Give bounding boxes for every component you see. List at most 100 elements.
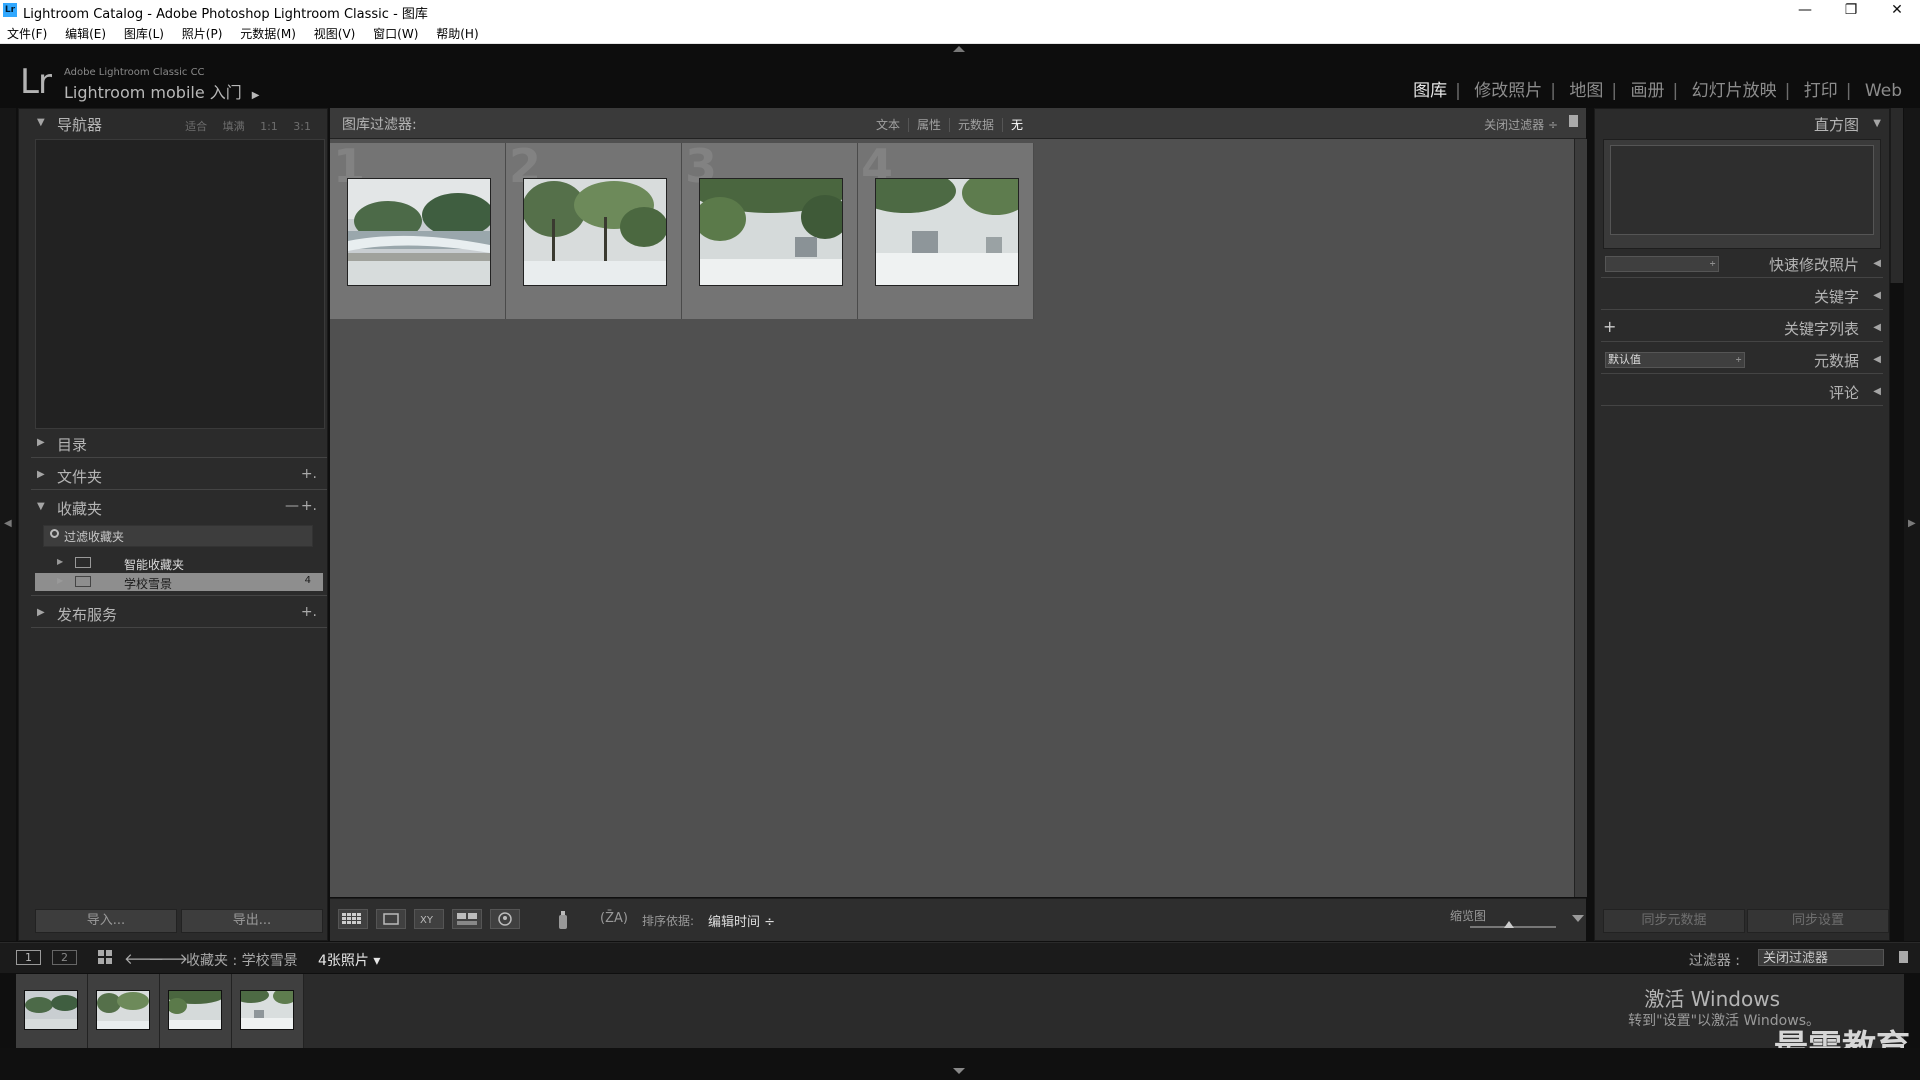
painter-spray-icon[interactable]	[556, 909, 570, 935]
close-button[interactable]: ✕	[1874, 0, 1920, 22]
filmstrip-thumb[interactable]	[88, 974, 160, 1048]
zoom-fit[interactable]: 适合	[185, 120, 207, 133]
add-folder-icon[interactable]: +.	[301, 466, 317, 482]
quick-develop-preset-select[interactable]: ÷	[1605, 256, 1719, 272]
metadata-preset-select[interactable]: 默认值 ÷	[1605, 352, 1745, 368]
divider	[1601, 341, 1883, 342]
restore-button[interactable]: ❐	[1828, 0, 1874, 22]
collapse-right-panel-icon[interactable]: ▶	[1908, 518, 1916, 529]
people-view-icon[interactable]	[490, 909, 520, 929]
filter-none[interactable]: 无	[1002, 118, 1032, 132]
photo-thumbnail[interactable]	[875, 178, 1019, 286]
add-collection-icon[interactable]: +.	[301, 498, 317, 514]
sync-metadata-button[interactable]: 同步元数据	[1603, 909, 1745, 933]
quick-develop-header[interactable]: ÷ 快速修改照片 ◀	[1595, 249, 1889, 279]
module-slideshow[interactable]: 幻灯片放映	[1684, 81, 1785, 101]
photo-thumbnail[interactable]	[347, 178, 491, 286]
zoom-fill[interactable]: 填满	[223, 120, 245, 133]
collapse-filmstrip-icon[interactable]	[953, 1068, 965, 1074]
keywording-header[interactable]: 关键字 ◀	[1595, 281, 1889, 311]
survey-view-icon[interactable]	[452, 909, 482, 929]
publish-services-header[interactable]: ▶ 发布服务 +.	[19, 599, 327, 629]
grid-view-small-icon[interactable]	[98, 950, 112, 968]
photo-thumbnail[interactable]	[523, 178, 667, 286]
menu-file[interactable]: 文件(F)	[0, 22, 54, 42]
collapsed-triangle-icon: ◀	[1873, 354, 1881, 365]
collapse-left-panel-icon[interactable]: ◀	[4, 518, 12, 529]
catalog-header[interactable]: ▶ 目录	[19, 429, 327, 459]
filmstrip-photo-count[interactable]: 4张照片 ▾	[318, 950, 380, 970]
menu-metadata[interactable]: 元数据(M)	[233, 22, 303, 42]
filter-preset-select[interactable]: 关闭过滤器 ÷	[1484, 116, 1558, 133]
import-button[interactable]: 导入...	[35, 909, 177, 933]
module-develop[interactable]: 修改照片	[1466, 81, 1550, 101]
collection-set-smart[interactable]: ▶ 智能收藏夹	[35, 554, 323, 572]
histogram-header[interactable]: 直方图 ▼	[1595, 109, 1889, 139]
grid-view-icon[interactable]	[338, 909, 368, 929]
toolbar-options-arrow-icon[interactable]	[1572, 915, 1584, 922]
module-print[interactable]: 打印	[1796, 81, 1846, 101]
thumbnail-size-knob[interactable]	[1503, 921, 1514, 928]
grid-scrollbar[interactable]	[1574, 139, 1587, 897]
minimize-button[interactable]: —	[1782, 0, 1828, 22]
folders-header[interactable]: ▶ 文件夹 +.	[19, 461, 327, 491]
forward-arrow-icon[interactable]: 🡒	[148, 949, 188, 968]
sort-select[interactable]: 编辑时间 ÷	[708, 911, 775, 930]
photo-thumbnail[interactable]	[699, 178, 843, 286]
collapsed-triangle-icon: ▶	[57, 576, 64, 585]
left-edge[interactable]: ◀	[0, 108, 16, 941]
collections-header[interactable]: ▼ 收藏夹 — +.	[19, 493, 327, 523]
filmstrip-filter-select[interactable]: 关闭过滤器	[1758, 949, 1884, 966]
module-web[interactable]: Web	[1857, 81, 1910, 101]
menu-edit[interactable]: 编辑(E)	[58, 22, 113, 42]
filter-text[interactable]: 文本	[868, 118, 908, 132]
filter-lock-icon[interactable]	[1899, 951, 1908, 963]
filmstrip-thumb[interactable]	[232, 974, 304, 1048]
filter-attribute[interactable]: 属性	[908, 118, 950, 132]
module-book[interactable]: 画册	[1623, 81, 1673, 101]
menu-photo[interactable]: 照片(P)	[175, 22, 230, 42]
svg-text:XY: XY	[420, 915, 434, 926]
second-window-button[interactable]: 2	[52, 950, 77, 965]
module-library[interactable]: 图库	[1405, 81, 1455, 101]
sort-direction-icon[interactable]: (Z̄A)	[600, 911, 628, 926]
lock-icon[interactable]	[1569, 115, 1578, 127]
zoom-3-1[interactable]: 3:1	[293, 120, 311, 133]
navigator-header[interactable]: ▼ 导航器 适合 填满 1:1 3:1	[19, 109, 327, 139]
module-separator: |	[1784, 81, 1791, 101]
collapse-top-panel-icon[interactable]	[953, 46, 965, 52]
grid-cell[interactable]: 3	[682, 139, 858, 319]
lightroom-mobile-link[interactable]: Lightroom mobile 入门 ▶	[64, 79, 259, 103]
metadata-header[interactable]: 默认值 ÷ 元数据 ◀	[1595, 345, 1889, 375]
compare-view-icon[interactable]: XY	[414, 909, 444, 929]
loupe-view-icon[interactable]	[376, 909, 406, 929]
filmstrip-thumb[interactable]	[160, 974, 232, 1048]
module-separator: |	[1455, 81, 1461, 101]
menu-window[interactable]: 窗口(W)	[366, 22, 425, 42]
collapsed-triangle-icon: ◀	[1873, 386, 1881, 397]
remove-collection-icon[interactable]: —	[285, 498, 299, 514]
keyword-list-header[interactable]: + 关键字列表 ◀	[1595, 313, 1889, 343]
menu-library[interactable]: 图库(L)	[117, 22, 171, 42]
export-button[interactable]: 导出...	[181, 909, 323, 933]
navigator-preview[interactable]	[35, 139, 325, 429]
comments-header[interactable]: 评论 ◀	[1595, 377, 1889, 407]
sync-settings-button[interactable]: 同步设置	[1747, 909, 1889, 933]
filmstrip-thumb[interactable]	[16, 974, 88, 1048]
right-panel-scrollbar[interactable]	[1890, 108, 1903, 283]
filter-metadata[interactable]: 元数据	[949, 118, 1003, 132]
menu-help[interactable]: 帮助(H)	[429, 22, 485, 42]
main-window-button[interactable]: 1	[16, 950, 41, 965]
module-map[interactable]: 地图	[1561, 81, 1611, 101]
menu-view[interactable]: 视图(V)	[307, 22, 363, 42]
collection-search-input[interactable]: 过滤收藏夹	[43, 525, 313, 547]
grid-cell[interactable]: 4	[858, 139, 1034, 319]
add-keyword-icon[interactable]: +	[1603, 317, 1616, 336]
right-edge[interactable]: ▶	[1904, 108, 1920, 941]
collection-school-snow[interactable]: ▶ 学校雪景 4	[35, 573, 323, 591]
zoom-1-1[interactable]: 1:1	[260, 120, 278, 133]
filmstrip-source[interactable]: 收藏夹 : 学校雪景	[186, 950, 298, 970]
grid-cell[interactable]: 1	[330, 139, 506, 319]
add-publish-service-icon[interactable]: +.	[301, 604, 317, 620]
grid-cell[interactable]: 2	[506, 139, 682, 319]
